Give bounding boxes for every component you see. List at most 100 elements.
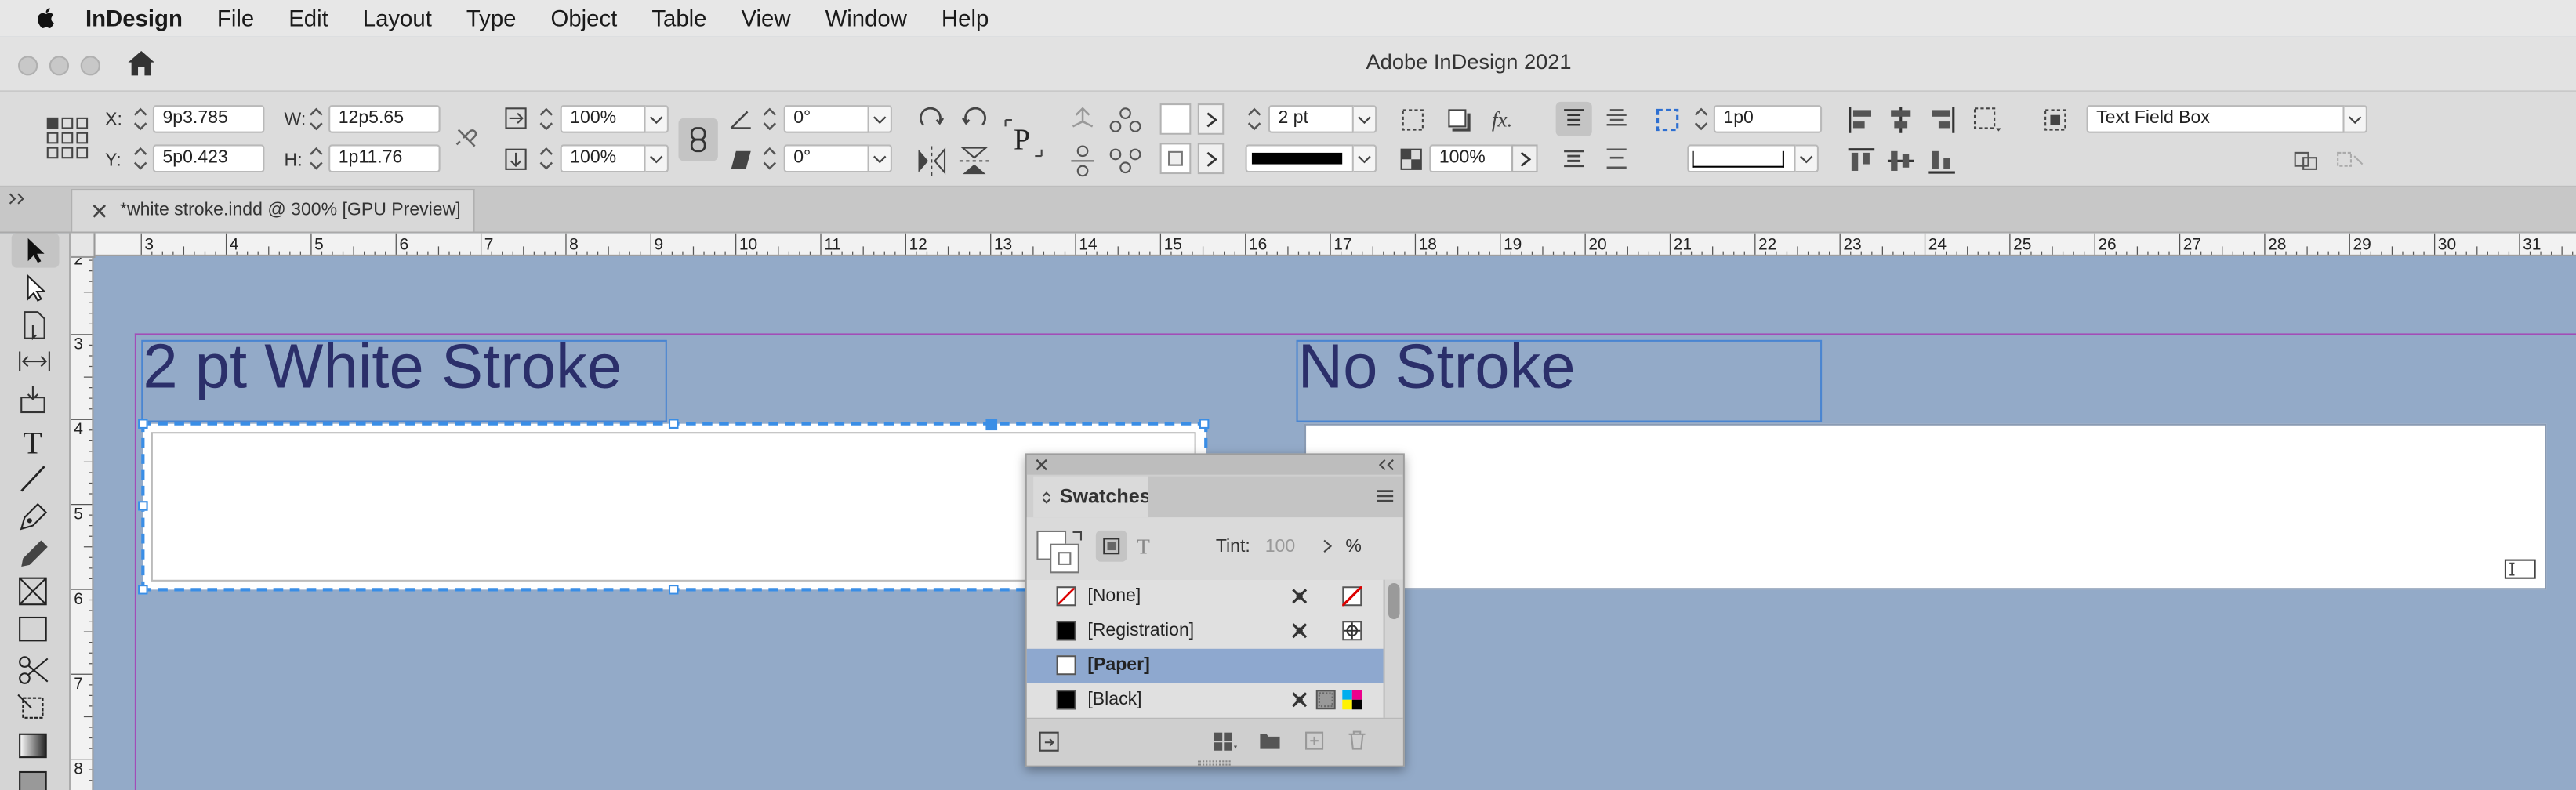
menu-window[interactable]: Window [825,5,907,31]
column-width-field[interactable] [1687,144,1796,173]
align-horizontal-centers-icon[interactable] [1886,105,1916,135]
opacity-field[interactable]: 100% [1429,144,1515,173]
stroke-type-dropdown-icon[interactable] [1353,144,1377,173]
align-bottom-edges-icon[interactable] [1927,147,1957,176]
fill-swatch-menu[interactable] [1197,103,1225,135]
swap-fill-stroke-icon[interactable] [1071,529,1084,542]
swatch-row-none[interactable]: [None] [1027,580,1384,614]
align-right-edges-icon[interactable] [1927,105,1957,135]
swatch-row-registration[interactable]: [Registration] [1027,614,1384,649]
resize-grip[interactable] [1197,760,1231,766]
break-link-to-style-icon[interactable] [2336,151,2366,171]
align-left-edges-icon[interactable] [1847,105,1877,135]
opacity-menu[interactable] [1511,144,1538,173]
selection-handle-top-middle[interactable] [668,419,679,429]
constrain-proportions-button[interactable] [678,118,718,161]
formatting-affects-text-icon[interactable]: T [1137,534,1150,560]
panel-menu-icon[interactable] [1375,487,1395,504]
object-style-field[interactable]: Text Field Box [2086,105,2345,133]
no-stroke-text-field-box[interactable] [1304,423,2547,590]
close-tab-icon[interactable] [92,204,107,219]
pencil-tool-icon[interactable] [15,537,54,570]
tint-value[interactable]: 100 [1265,537,1295,556]
selection-handle-top-left[interactable] [138,419,148,429]
content-collector-tool-icon[interactable] [15,382,54,415]
shear-stepper-icon[interactable] [760,144,778,172]
stroke-swatch-menu[interactable] [1197,143,1225,175]
rotate-clockwise-icon[interactable] [913,102,949,138]
shear-dropdown-icon[interactable] [869,144,892,173]
pen-tool-icon[interactable] [15,499,54,532]
stroke-weight-field[interactable]: 2 pt [1268,105,1354,133]
effects-fx-icon[interactable]: fx. [1492,107,1512,133]
swatches-scrollbar[interactable] [1383,579,1403,718]
swatches-tab[interactable]: Swatches [1033,476,1151,518]
formatting-affects-container-button[interactable] [1095,530,1127,562]
inset-stepper-icon[interactable] [1693,105,1711,133]
scale-y-field[interactable]: 100% [560,144,646,173]
new-swatch-icon[interactable] [1304,731,1324,751]
ruler-origin[interactable] [71,233,96,259]
scissors-tool-icon[interactable] [15,654,54,687]
gradient-feather-tool-icon[interactable] [15,767,54,790]
select-next-object-icon[interactable] [1108,143,1144,179]
w-stepper-icon[interactable] [307,105,325,133]
x-field[interactable]: 9p3.785 [152,105,265,133]
selection-handle-top-right[interactable] [1199,419,1210,429]
folder-icon[interactable] [1258,731,1281,751]
scale-x-stepper-icon[interactable] [537,105,555,133]
scale-y-dropdown-icon[interactable] [645,144,669,173]
collapse-panel-icon[interactable] [1378,458,1395,472]
menu-file[interactable]: File [217,5,254,31]
stroke-box[interactable] [1050,543,1079,574]
object-style-dropdown-icon[interactable] [2344,105,2367,133]
auto-size-icon[interactable] [1654,107,1681,133]
unlinked-constrain-icon[interactable] [453,125,480,151]
selection-tool[interactable] [11,233,60,268]
free-transform-tool-icon[interactable] [15,691,54,724]
menu-type[interactable]: Type [466,5,517,31]
swatch-row-black[interactable]: [Black] [1027,683,1384,718]
inset-spacing-field[interactable]: 1p0 [1713,105,1823,133]
type-tool-icon[interactable]: T [15,426,54,458]
clear-overrides-icon[interactable] [2294,151,2324,171]
apple-icon[interactable] [33,5,60,31]
menu-edit[interactable]: Edit [288,5,328,31]
close-panel-icon[interactable] [1035,458,1048,472]
w-field[interactable]: 12p5.65 [328,105,441,133]
select-container-icon[interactable] [1065,102,1101,138]
selection-handle-anchor[interactable] [985,419,998,431]
select-content-icon[interactable] [1065,143,1101,179]
new-color-group-icon[interactable] [1213,731,1239,752]
menu-table[interactable]: Table [651,5,706,31]
reference-point-icon[interactable] [45,115,91,161]
menu-help[interactable]: Help [942,5,989,31]
y-stepper-icon[interactable] [132,144,150,172]
document-tab[interactable]: *white stroke.indd @ 300% [GPU Preview] [71,189,475,232]
justify-vertical-text-icon[interactable] [1605,148,1627,169]
rectangle-tool-icon[interactable] [15,613,54,646]
rotate-counterclockwise-icon[interactable] [956,102,992,138]
scale-x-dropdown-icon[interactable] [645,105,669,133]
rotate-field[interactable]: 0° [783,105,869,133]
line-tool-icon[interactable] [15,462,54,495]
menu-view[interactable]: View [741,5,790,31]
frame-fitting-icon[interactable] [1400,107,1427,133]
h-stepper-icon[interactable] [307,144,325,172]
align-vertical-centers-icon[interactable] [1886,147,1916,176]
align-top-text-button[interactable] [1555,101,1592,136]
stroke-swatch[interactable] [1159,143,1192,175]
align-to-selection-icon[interactable] [1972,105,2005,135]
align-center-text-icon[interactable] [1605,108,1627,129]
menu-layout[interactable]: Layout [363,5,432,31]
page-tool-icon[interactable] [15,309,54,342]
scale-y-stepper-icon[interactable] [537,144,555,172]
stroke-weight-dropdown-icon[interactable] [1353,105,1377,133]
selection-handle-bottom-left[interactable] [138,585,148,595]
select-previous-object-icon[interactable] [1108,102,1144,138]
flip-horizontal-icon[interactable] [913,143,949,179]
scale-x-field[interactable]: 100% [560,105,646,133]
selection-handle-middle-left[interactable] [138,501,148,511]
y-field[interactable]: 5p0.423 [152,144,265,173]
show-all-swatches-icon[interactable] [1038,731,1059,752]
